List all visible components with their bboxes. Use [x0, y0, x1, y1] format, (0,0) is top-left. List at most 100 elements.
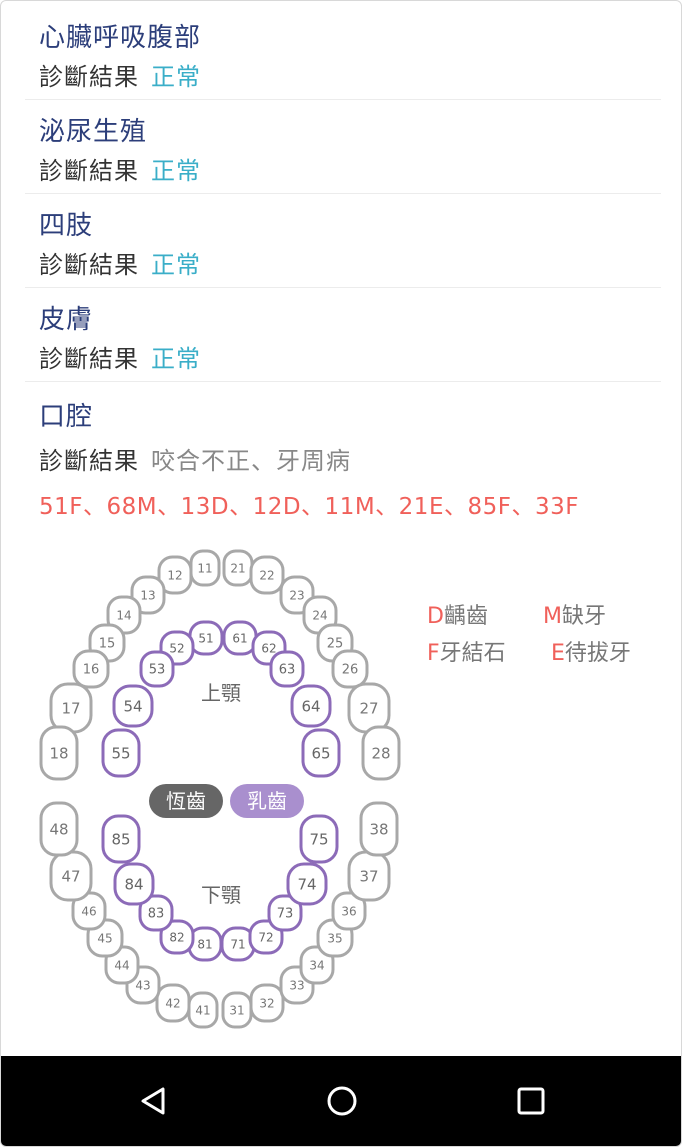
- tooth-number: 27: [359, 699, 378, 717]
- permanent-tooth-41[interactable]: 41: [187, 991, 219, 1029]
- permanent-tooth-28[interactable]: 28: [361, 725, 401, 781]
- section-title: 四肢: [39, 211, 94, 241]
- primary-tooth-63[interactable]: 63: [269, 650, 305, 688]
- recents-square-icon: [517, 1087, 545, 1115]
- permanent-tooth-42[interactable]: 42: [155, 983, 191, 1023]
- legend-text: 缺牙: [561, 604, 606, 629]
- tooth-number: 28: [371, 744, 390, 762]
- tooth-number: 32: [259, 996, 274, 1010]
- app-window: 心臟呼吸腹部 診斷結果 正常 泌尿生殖 診斷結果 正常 四肢 診斷結果 正常 皮膚 診…: [0, 0, 682, 1147]
- primary-tooth-64[interactable]: 64: [290, 684, 332, 728]
- legend-key: M: [543, 604, 562, 629]
- oral-diagnosis-row: 診斷結果 咬合不正、牙周病: [39, 441, 351, 476]
- section-limbs: 四肢 診斷結果 正常: [25, 194, 661, 288]
- tooth-number: 26: [342, 663, 359, 678]
- permanent-tooth-22[interactable]: 22: [249, 555, 285, 595]
- tooth-number: 34: [309, 958, 324, 972]
- tooth-number: 53: [149, 663, 166, 678]
- permanent-tooth-38[interactable]: 38: [359, 801, 399, 857]
- tooth-number: 65: [311, 744, 330, 762]
- diagnosis-value: 正常: [151, 345, 201, 373]
- permanent-teeth: 11 12 13 14 15 16 17 18 21 22 23 24 25 26 27 28 31 32 33 34…: [39, 549, 401, 1029]
- tooth-number: 62: [261, 641, 276, 655]
- tooth-number: 12: [167, 568, 182, 582]
- permanent-tooth-37[interactable]: 37: [347, 850, 391, 902]
- section-urogenital: 泌尿生殖 診斷結果 正常: [25, 100, 661, 194]
- tooth-number: 23: [289, 588, 304, 602]
- legend-calculus: F牙結石: [427, 635, 506, 667]
- legend-key: D: [427, 604, 444, 629]
- tooth-number: 72: [258, 930, 273, 944]
- primary-tooth-74[interactable]: 74: [286, 862, 328, 906]
- primary-tooth-65[interactable]: 65: [301, 728, 341, 778]
- tooth-number: 52: [169, 641, 184, 655]
- diagnosis-label: 診斷結果: [39, 157, 139, 185]
- section-title: 泌尿生殖: [39, 117, 148, 147]
- permanent-tooth-47[interactable]: 47: [49, 850, 93, 902]
- primary-tooth-55[interactable]: 55: [101, 728, 141, 778]
- primary-tooth-53[interactable]: 53: [139, 650, 175, 688]
- diagnosis-value: 正常: [151, 63, 201, 91]
- upper-jaw-label: 上顎: [201, 681, 241, 705]
- tooth-number: 41: [195, 1003, 210, 1017]
- tooth-number: 47: [61, 867, 80, 885]
- permanent-tooth-18[interactable]: 18: [39, 725, 79, 781]
- lower-jaw-label: 下顎: [201, 883, 241, 907]
- diagnosis-value: 正常: [151, 251, 201, 279]
- permanent-tooth-17[interactable]: 17: [49, 682, 93, 734]
- tooth-number: 14: [116, 608, 131, 622]
- permanent-tooth-11[interactable]: 11: [189, 549, 221, 587]
- tooth-number: 51: [198, 631, 213, 645]
- primary-tooth-54[interactable]: 54: [112, 684, 154, 728]
- tooth-number: 43: [135, 978, 150, 992]
- legend-text: 牙結石: [439, 641, 506, 666]
- tooth-number: 81: [197, 937, 212, 951]
- legend-key: F: [427, 641, 440, 666]
- permanent-tooth-26[interactable]: 26: [331, 649, 369, 689]
- diagnosis-label: 診斷結果: [39, 447, 139, 475]
- tooth-number: 42: [165, 996, 180, 1010]
- diagnosis-row: 診斷結果 正常: [39, 339, 201, 374]
- permanent-tooth-31[interactable]: 31: [221, 991, 253, 1029]
- diagnosis-label: 診斷結果: [39, 63, 139, 91]
- diagnosis-row: 診斷結果 正常: [39, 57, 201, 92]
- permanent-tooth-48[interactable]: 48: [39, 801, 79, 857]
- diagnosis-label: 診斷結果: [39, 345, 139, 373]
- recents-button[interactable]: [506, 1076, 556, 1126]
- home-button[interactable]: [317, 1076, 367, 1126]
- tooth-number: 25: [327, 637, 344, 652]
- tooth-number: 82: [169, 930, 184, 944]
- permanent-tooth-32[interactable]: 32: [249, 983, 285, 1023]
- back-button[interactable]: [129, 1076, 179, 1126]
- permanent-tooth-16[interactable]: 16: [72, 649, 110, 689]
- tooth-number: 64: [301, 697, 320, 715]
- tooth-number: 75: [309, 830, 328, 848]
- primary-tooth-75[interactable]: 75: [299, 814, 339, 864]
- back-triangle-icon: [141, 1087, 165, 1115]
- permanent-tooth-21[interactable]: 21: [222, 549, 254, 587]
- tooth-number: 48: [49, 820, 68, 838]
- tooth-number: 84: [124, 875, 143, 893]
- tooth-number: 38: [369, 820, 388, 838]
- primary-teeth: 51 5253 54 55 61 6263 64 65 71 72 7374 75 81 82 83 84 85: [101, 620, 341, 962]
- tooth-number: 45: [97, 931, 112, 945]
- primary-tooth-61[interactable]: 61: [222, 620, 258, 656]
- legend-decay: D齲齒: [427, 598, 488, 630]
- tooth-number: 21: [230, 561, 245, 575]
- tooth-number: 44: [114, 958, 129, 972]
- primary-tooth-84[interactable]: 84: [113, 862, 155, 906]
- section-title: 心臟呼吸腹部: [39, 23, 202, 53]
- diagnosis-row: 診斷結果 正常: [39, 245, 201, 280]
- primary-tooth-85[interactable]: 85: [101, 814, 141, 864]
- tooth-number: 11: [197, 561, 212, 575]
- diagnosis-value: 正常: [151, 157, 201, 185]
- tooth-number: 71: [230, 937, 245, 951]
- tooth-number: 18: [49, 744, 68, 762]
- primary-tooth-51[interactable]: 51: [188, 620, 224, 656]
- legend-key: E: [551, 641, 565, 666]
- legend-missing: M缺牙: [543, 598, 606, 630]
- permanent-tooth-27[interactable]: 27: [347, 682, 391, 734]
- home-circle-icon: [327, 1086, 357, 1116]
- tooth-number: 54: [123, 697, 142, 715]
- tooth-number: 15: [99, 637, 116, 652]
